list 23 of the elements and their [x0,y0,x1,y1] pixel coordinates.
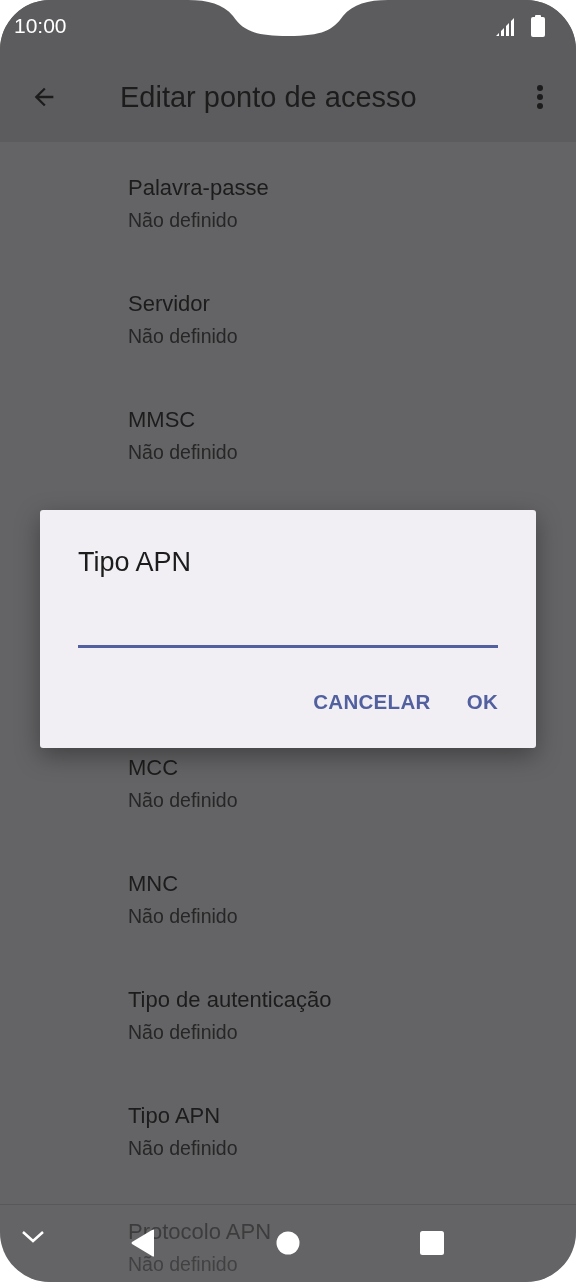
setting-title[interactable]: Tipo de autenticação [128,986,332,1014]
more-options-icon[interactable] [536,84,544,110]
dialog-title: Tipo APN [78,546,192,579]
battery-icon [531,15,545,37]
chevron-down-icon[interactable] [21,1230,45,1244]
setting-title[interactable]: MCC [128,754,179,782]
setting-title[interactable]: MNC [128,870,179,898]
setting-title[interactable]: Palavra-passe [128,174,269,202]
setting-value: Não definido [128,904,238,929]
setting-value: Não definido [128,1136,238,1161]
setting-title[interactable]: Tipo APN [128,1102,221,1130]
dialog-button[interactable]: OK [452,682,512,722]
setting-title[interactable]: Servidor [128,290,210,318]
status-time: 10:00 [14,14,67,38]
screen-title: Editar ponto de acesso [120,80,418,114]
setting-value: Não definido [128,324,238,349]
home-icon[interactable] [276,1231,300,1255]
setting-value: Não definido [128,788,238,813]
setting-value: Não definido [128,208,238,233]
dialog-button[interactable]: CANCELAR [299,682,445,722]
setting-title[interactable]: MMSC [128,406,196,434]
setting-value: Não definido [128,440,238,465]
setting-value: Não definido [128,1020,238,1045]
